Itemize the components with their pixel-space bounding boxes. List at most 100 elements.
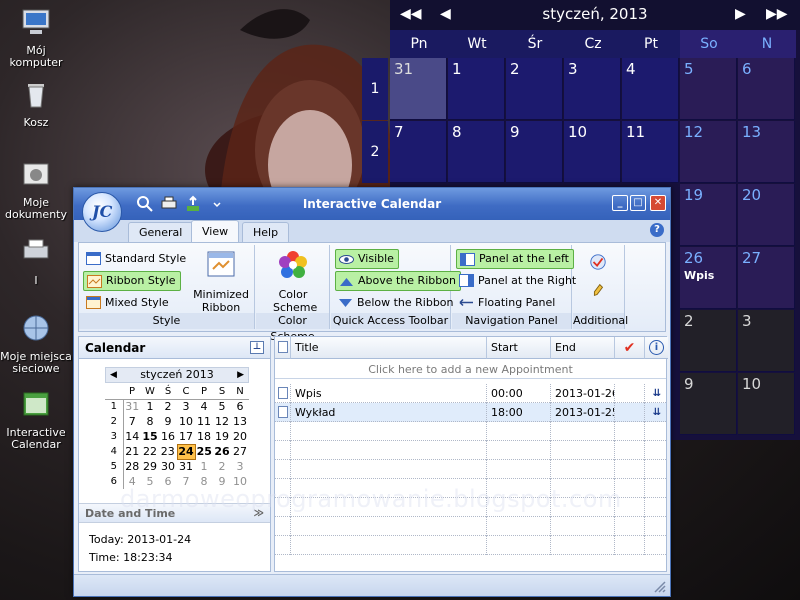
desktop-calendar-day[interactable]: 19: [680, 184, 737, 246]
desktop-calendar-day[interactable]: 2: [506, 58, 563, 120]
desktop-calendar-day[interactable]: 3: [564, 58, 621, 120]
mini-calendar-day[interactable]: 27: [231, 444, 249, 459]
add-appointment-row[interactable]: Click here to add a new Appointment: [275, 360, 666, 379]
table-cell[interactable]: [487, 441, 551, 460]
mini-calendar-day[interactable]: 25: [195, 444, 213, 459]
mini-calendar-day[interactable]: 31: [177, 459, 195, 474]
mini-calendar-day[interactable]: 16: [159, 429, 177, 444]
cell-end[interactable]: 2013-01-25: [551, 403, 615, 422]
table-cell[interactable]: [551, 441, 615, 460]
resize-grip-icon[interactable]: [652, 579, 666, 593]
next-month-button[interactable]: ▶: [735, 6, 746, 22]
desktop-calendar-day[interactable]: 6: [738, 58, 795, 120]
mini-calendar-day[interactable]: 20: [231, 429, 249, 444]
mini-calendar-day[interactable]: 8: [141, 414, 159, 429]
desktop-calendar-day[interactable]: 9: [680, 373, 737, 435]
tab-view[interactable]: View: [191, 220, 240, 242]
next-year-button[interactable]: ▶▶: [766, 6, 788, 22]
mini-calendar-day[interactable]: 12: [213, 414, 231, 429]
mini-calendar-day[interactable]: 19: [213, 429, 231, 444]
mini-calendar-day[interactable]: 10: [177, 414, 195, 429]
mini-calendar-day[interactable]: 31: [123, 399, 141, 414]
desktop-icon-recycle-bin[interactable]: Kosz: [0, 78, 72, 129]
desktop-calendar-day[interactable]: 13: [738, 121, 795, 183]
table-cell[interactable]: [275, 517, 291, 536]
mini-calendar-day[interactable]: 17: [177, 429, 195, 444]
mini-calendar-day[interactable]: 9: [159, 414, 177, 429]
desktop-icon-interactive-calendar[interactable]: Interactive Calendar: [0, 388, 72, 451]
floating-panel-button[interactable]: Floating Panel: [456, 293, 559, 313]
mini-calendar-day[interactable]: 3: [231, 459, 249, 474]
desktop-calendar-event[interactable]: Wpis: [684, 269, 732, 282]
app-menu-orb[interactable]: JC: [82, 192, 122, 232]
desktop-calendar-day[interactable]: 3: [738, 310, 795, 372]
panel-left-button[interactable]: Panel at the Left: [456, 249, 574, 269]
table-row[interactable]: [275, 517, 666, 536]
mini-calendar-day[interactable]: 26: [213, 444, 231, 459]
tab-general[interactable]: General: [128, 222, 194, 242]
table-cell[interactable]: [291, 536, 487, 555]
desktop-icon-my-documents[interactable]: Moje dokumenty: [0, 158, 72, 221]
table-cell[interactable]: [275, 441, 291, 460]
cell-icon[interactable]: [275, 403, 291, 422]
desktop-calendar-day[interactable]: 11: [622, 121, 679, 183]
minimized-ribbon-button[interactable]: Minimized Ribbon: [191, 249, 251, 314]
column-header-end[interactable]: End: [551, 337, 615, 359]
desktop-icon-i[interactable]: I: [0, 236, 72, 287]
window-titlebar[interactable]: Interactive Calendar _ □ ✕: [74, 188, 670, 220]
table-cell[interactable]: [615, 422, 645, 441]
desktop-calendar-day[interactable]: 12: [680, 121, 737, 183]
desktop-calendar-day[interactable]: 7: [390, 121, 447, 183]
table-cell[interactable]: [275, 460, 291, 479]
desktop-calendar-day[interactable]: 1: [448, 58, 505, 120]
desktop-calendar-day[interactable]: 20: [738, 184, 795, 246]
help-icon[interactable]: ?: [650, 223, 664, 237]
desktop-icon-network-places[interactable]: Moje miejsca sieciowe: [0, 312, 72, 375]
desktop-calendar-day[interactable]: 26 Wpis: [680, 247, 737, 309]
cell-icon[interactable]: [275, 384, 291, 403]
cell-title[interactable]: Wpis: [291, 384, 487, 403]
table-cell[interactable]: [291, 517, 487, 536]
desktop-calendar-day[interactable]: 9: [506, 121, 563, 183]
table-cell[interactable]: [615, 536, 645, 555]
table-cell[interactable]: [615, 460, 645, 479]
table-cell[interactable]: [487, 422, 551, 441]
mini-calendar-day[interactable]: 4: [195, 399, 213, 414]
mini-calendar-day[interactable]: 2: [213, 459, 231, 474]
close-button[interactable]: ✕: [650, 195, 666, 211]
mini-calendar-day[interactable]: 3: [177, 399, 195, 414]
mini-calendar-day[interactable]: 13: [231, 414, 249, 429]
table-cell[interactable]: [487, 460, 551, 479]
table-cell[interactable]: [551, 536, 615, 555]
table-cell[interactable]: [551, 422, 615, 441]
desktop-calendar-day[interactable]: 10: [738, 373, 795, 435]
mini-calendar-day[interactable]: 30: [159, 459, 177, 474]
standard-style-button[interactable]: Standard Style: [83, 249, 190, 269]
table-cell[interactable]: [551, 517, 615, 536]
table-cell[interactable]: [291, 422, 487, 441]
mini-calendar-day[interactable]: 22: [141, 444, 159, 459]
table-cell[interactable]: [291, 460, 487, 479]
pin-icon[interactable]: ⊥: [250, 341, 264, 354]
color-scheme-button[interactable]: Color Scheme: [262, 249, 324, 314]
table-row[interactable]: [275, 536, 666, 555]
desktop-calendar-day[interactable]: 31: [390, 58, 447, 120]
mini-calendar-day[interactable]: 6: [231, 399, 249, 414]
tab-help[interactable]: Help: [242, 222, 290, 242]
table-cell[interactable]: [487, 536, 551, 555]
qat-below-ribbon-button[interactable]: Below the Ribbon: [335, 293, 458, 313]
table-row[interactable]: [275, 422, 666, 441]
mini-calendar-day[interactable]: 1: [195, 459, 213, 474]
table-row[interactable]: [275, 460, 666, 479]
mini-calendar-day[interactable]: 5: [213, 399, 231, 414]
qat-visible-button[interactable]: Visible: [335, 249, 399, 269]
table-cell[interactable]: [551, 460, 615, 479]
table-row[interactable]: Wpis 00:00 2013-01-26 ⇊: [275, 384, 666, 403]
column-header-title[interactable]: Title: [291, 337, 487, 359]
desktop-icon-my-computer[interactable]: Mój komputer: [0, 6, 72, 69]
cell-start[interactable]: 00:00: [487, 384, 551, 403]
column-header-icon[interactable]: [275, 337, 291, 359]
table-cell[interactable]: [487, 517, 551, 536]
table-row[interactable]: [275, 441, 666, 460]
mini-calendar-day[interactable]: 1: [141, 399, 159, 414]
